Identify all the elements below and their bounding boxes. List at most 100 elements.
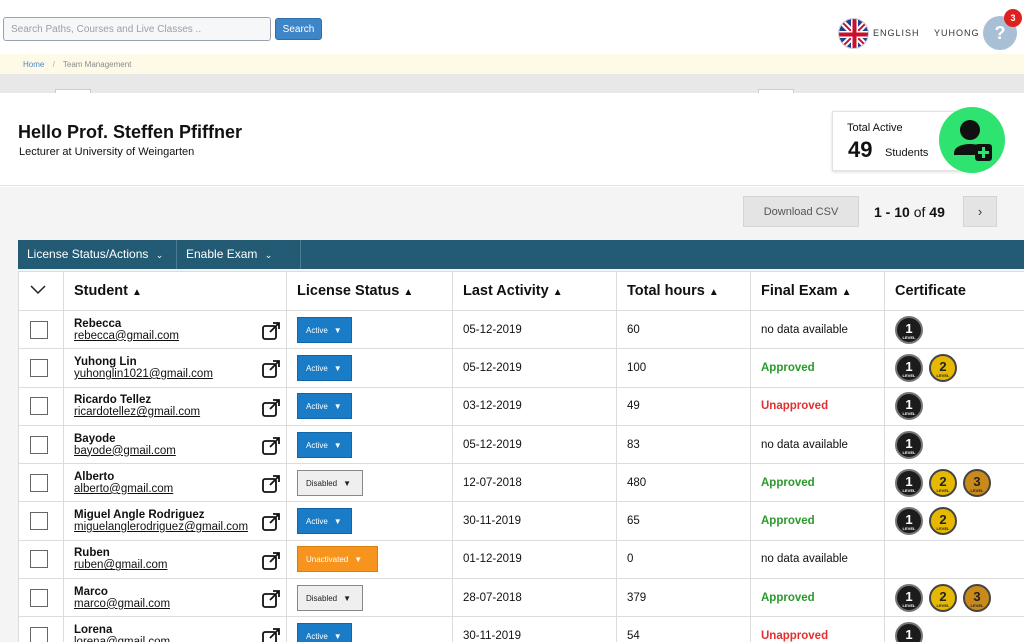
column-header-last-activity[interactable]: Last Activity ▲︎ <box>452 271 617 311</box>
table-row: Alberto alberto@gmail.com Disabled ▼︎ 12-… <box>18 463 1024 503</box>
notification-badge[interactable]: 3 <box>1004 9 1022 27</box>
caret-down-icon: ▼︎ <box>333 517 342 527</box>
caret-down-icon: ▼︎ <box>333 632 342 642</box>
student-cell: Lorena lorena@gmail.com <box>63 616 287 642</box>
license-status-dropdown[interactable]: Active ▼︎ <box>297 508 352 535</box>
total-hours-cell: 54 <box>616 616 751 642</box>
sort-icon[interactable]: ▲︎ <box>709 287 719 298</box>
certificate-level-2-icon[interactable]: 2 LEVEL <box>929 468 957 497</box>
open-external-icon[interactable] <box>261 398 281 418</box>
certificate-level-1-icon[interactable]: 1LEVEL <box>895 507 923 536</box>
pagination-of: of <box>913 204 926 220</box>
certificate-level-1-icon[interactable]: 1LEVEL <box>895 315 923 344</box>
open-external-icon[interactable] <box>261 589 281 609</box>
open-external-icon[interactable] <box>261 359 281 379</box>
select-all-toggle[interactable] <box>18 271 64 311</box>
row-checkbox[interactable] <box>30 320 48 339</box>
license-status-dropdown[interactable]: Active ▼︎ <box>297 431 352 458</box>
open-external-icon[interactable] <box>261 512 281 532</box>
total-active-unit: Students <box>885 147 929 159</box>
student-name: Alberto <box>74 470 115 483</box>
license-status-cell: Active ▼︎ <box>286 386 453 426</box>
student-cell: Ruben ruben@gmail.com <box>63 539 287 580</box>
breadcrumb-home[interactable]: Home <box>23 60 44 69</box>
certificate-cell: 1 LEVEL 2 LEVEL <box>884 501 1024 541</box>
search-button[interactable]: Search <box>275 18 322 40</box>
caret-down-icon: ▼︎ <box>343 593 352 603</box>
license-status-dropdown[interactable]: Active ▼︎ <box>297 393 352 420</box>
license-actions-dropdown[interactable]: License Status/Actions ⌄ <box>18 240 177 269</box>
row-checkbox[interactable] <box>30 358 48 377</box>
sort-icon[interactable]: ▲︎ <box>132 287 142 298</box>
add-student-icon[interactable] <box>939 107 1005 173</box>
username-menu[interactable]: YUHONG <box>934 28 980 38</box>
open-external-icon[interactable] <box>261 321 281 341</box>
total-hours-cell: 100 <box>616 348 751 388</box>
certificate-level-1-icon[interactable]: 1LEVEL <box>895 353 923 382</box>
license-status-dropdown[interactable]: Disabled ▼︎ <box>297 469 363 496</box>
student-email[interactable]: miguelanglerodriguez@gmail.com <box>74 521 286 533</box>
open-external-icon[interactable] <box>261 627 281 642</box>
total-hours-cell: 49 <box>616 386 751 426</box>
license-status-dropdown[interactable]: Active ▼︎ <box>297 623 352 642</box>
row-checkbox[interactable] <box>30 435 48 454</box>
student-email[interactable]: lorena@gmail.com <box>74 636 286 642</box>
student-name: Ricardo Tellez <box>74 394 152 407</box>
certificate-level-2-icon[interactable]: 2 LEVEL <box>929 353 957 382</box>
student-email[interactable]: ricardotellez@gmail.com <box>74 406 286 418</box>
download-csv-button[interactable]: Download CSV <box>743 196 859 227</box>
next-page-button[interactable]: › <box>963 196 997 227</box>
certificate-level-1-icon[interactable]: 1LEVEL <box>895 392 923 421</box>
student-name: Rebecca <box>74 317 122 330</box>
student-email[interactable]: alberto@gmail.com <box>74 483 286 495</box>
open-external-icon[interactable] <box>261 474 281 494</box>
search-input[interactable] <box>3 17 271 41</box>
row-checkbox[interactable] <box>30 473 48 492</box>
row-checkbox[interactable] <box>30 397 48 416</box>
license-status-dropdown[interactable]: Disabled ▼︎ <box>297 584 363 611</box>
table-header-row: Student ▲︎ License Status ▲︎ Last Activity… <box>18 271 1024 311</box>
sort-icon[interactable]: ▲︎ <box>842 287 852 298</box>
certificate-cell: 1LEVEL <box>884 309 1024 350</box>
sort-icon[interactable]: ▲︎ <box>403 287 413 298</box>
certificate-level-3-icon[interactable]: 3 LEVEL <box>963 468 991 497</box>
column-header-total-hours[interactable]: Total hours ▲︎ <box>616 271 751 311</box>
open-external-icon[interactable] <box>261 436 281 456</box>
student-name: Bayode <box>74 432 116 445</box>
row-checkbox[interactable] <box>30 627 48 642</box>
student-email[interactable]: yuhonglin1021@gmail.com <box>74 368 286 380</box>
column-header-final-exam[interactable]: Final Exam ▲︎ <box>750 271 885 311</box>
license-status-dropdown[interactable]: Active ▼︎ <box>297 316 352 343</box>
student-email[interactable]: rebecca@gmail.com <box>74 330 286 342</box>
certificate-level-3-icon[interactable]: 3 LEVEL <box>963 583 991 612</box>
license-status-dropdown[interactable]: Active ▼︎ <box>297 354 352 381</box>
license-status-cell: Active ▼︎ <box>286 616 453 642</box>
certificate-cell: 1LEVEL <box>884 386 1024 426</box>
language-selector[interactable]: ENGLISH <box>873 28 920 38</box>
uk-flag-icon[interactable] <box>838 18 869 49</box>
certificate-level-1-icon[interactable]: 1LEVEL <box>895 583 923 612</box>
column-header-license-status[interactable]: License Status ▲︎ <box>286 271 453 311</box>
license-status-cell: Unactivated ▼︎ <box>286 539 453 580</box>
certificate-level-1-icon[interactable]: 1LEVEL <box>895 468 923 497</box>
student-email[interactable]: bayode@gmail.com <box>74 445 286 457</box>
row-checkbox[interactable] <box>30 550 48 569</box>
table-row: Lorena lorena@gmail.com Active▼︎ 30-11-2… <box>18 616 1024 642</box>
last-activity-cell: 30-11-2019 <box>452 501 617 541</box>
student-email[interactable]: ruben@gmail.com <box>74 559 286 571</box>
student-email[interactable]: marco@gmail.com <box>74 598 286 610</box>
caret-down-icon: ▼︎ <box>354 555 363 565</box>
certificate-level-2-icon[interactable]: 2 LEVEL <box>929 583 957 612</box>
open-external-icon[interactable] <box>261 551 281 571</box>
certificate-level-1-icon[interactable]: 1LEVEL <box>895 622 923 642</box>
sort-icon[interactable]: ▲︎ <box>553 287 563 298</box>
certificate-level-2-icon[interactable]: 2 LEVEL <box>929 507 957 536</box>
certificate-level-1-icon[interactable]: 1LEVEL <box>895 430 923 459</box>
row-checkbox[interactable] <box>30 512 48 531</box>
license-status-dropdown[interactable]: Unactivated ▼︎ <box>297 546 378 573</box>
column-header-student[interactable]: Student ▲︎ <box>63 271 287 311</box>
row-select-cell <box>18 424 64 465</box>
caret-down-icon: ▼︎ <box>333 440 342 450</box>
enable-exam-dropdown[interactable]: Enable Exam ⌄ <box>177 240 301 269</box>
row-checkbox[interactable] <box>30 588 48 607</box>
